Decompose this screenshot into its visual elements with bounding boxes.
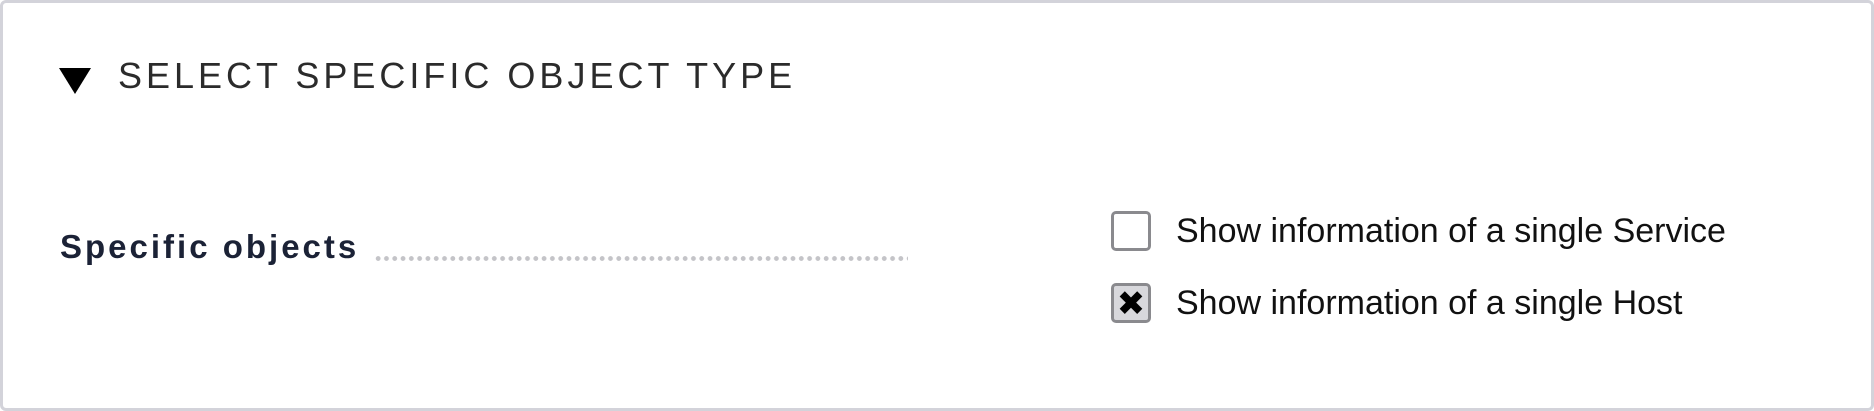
triangle-down-icon[interactable] — [59, 68, 91, 94]
label-dotted-leader — [374, 256, 908, 261]
host-checkbox[interactable]: ✖ — [1111, 283, 1151, 323]
field-label: Specific objects — [60, 228, 360, 265]
service-option-label[interactable]: Show information of a single Service — [1176, 212, 1726, 251]
x-mark-icon: ✖ — [1116, 284, 1146, 324]
service-checkbox[interactable] — [1111, 211, 1151, 251]
object-type-panel: SELECT SPECIFIC OBJECT TYPE Specific obj… — [0, 0, 1874, 411]
option-single-host[interactable]: ✖ Show information of a single Host — [1111, 283, 1682, 323]
host-option-label[interactable]: Show information of a single Host — [1176, 284, 1682, 323]
section-header[interactable]: SELECT SPECIFIC OBJECT TYPE — [59, 51, 796, 101]
field-label-row: Specific objects — [60, 228, 359, 266]
option-single-service[interactable]: Show information of a single Service — [1111, 211, 1726, 251]
section-title: SELECT SPECIFIC OBJECT TYPE — [118, 55, 797, 96]
